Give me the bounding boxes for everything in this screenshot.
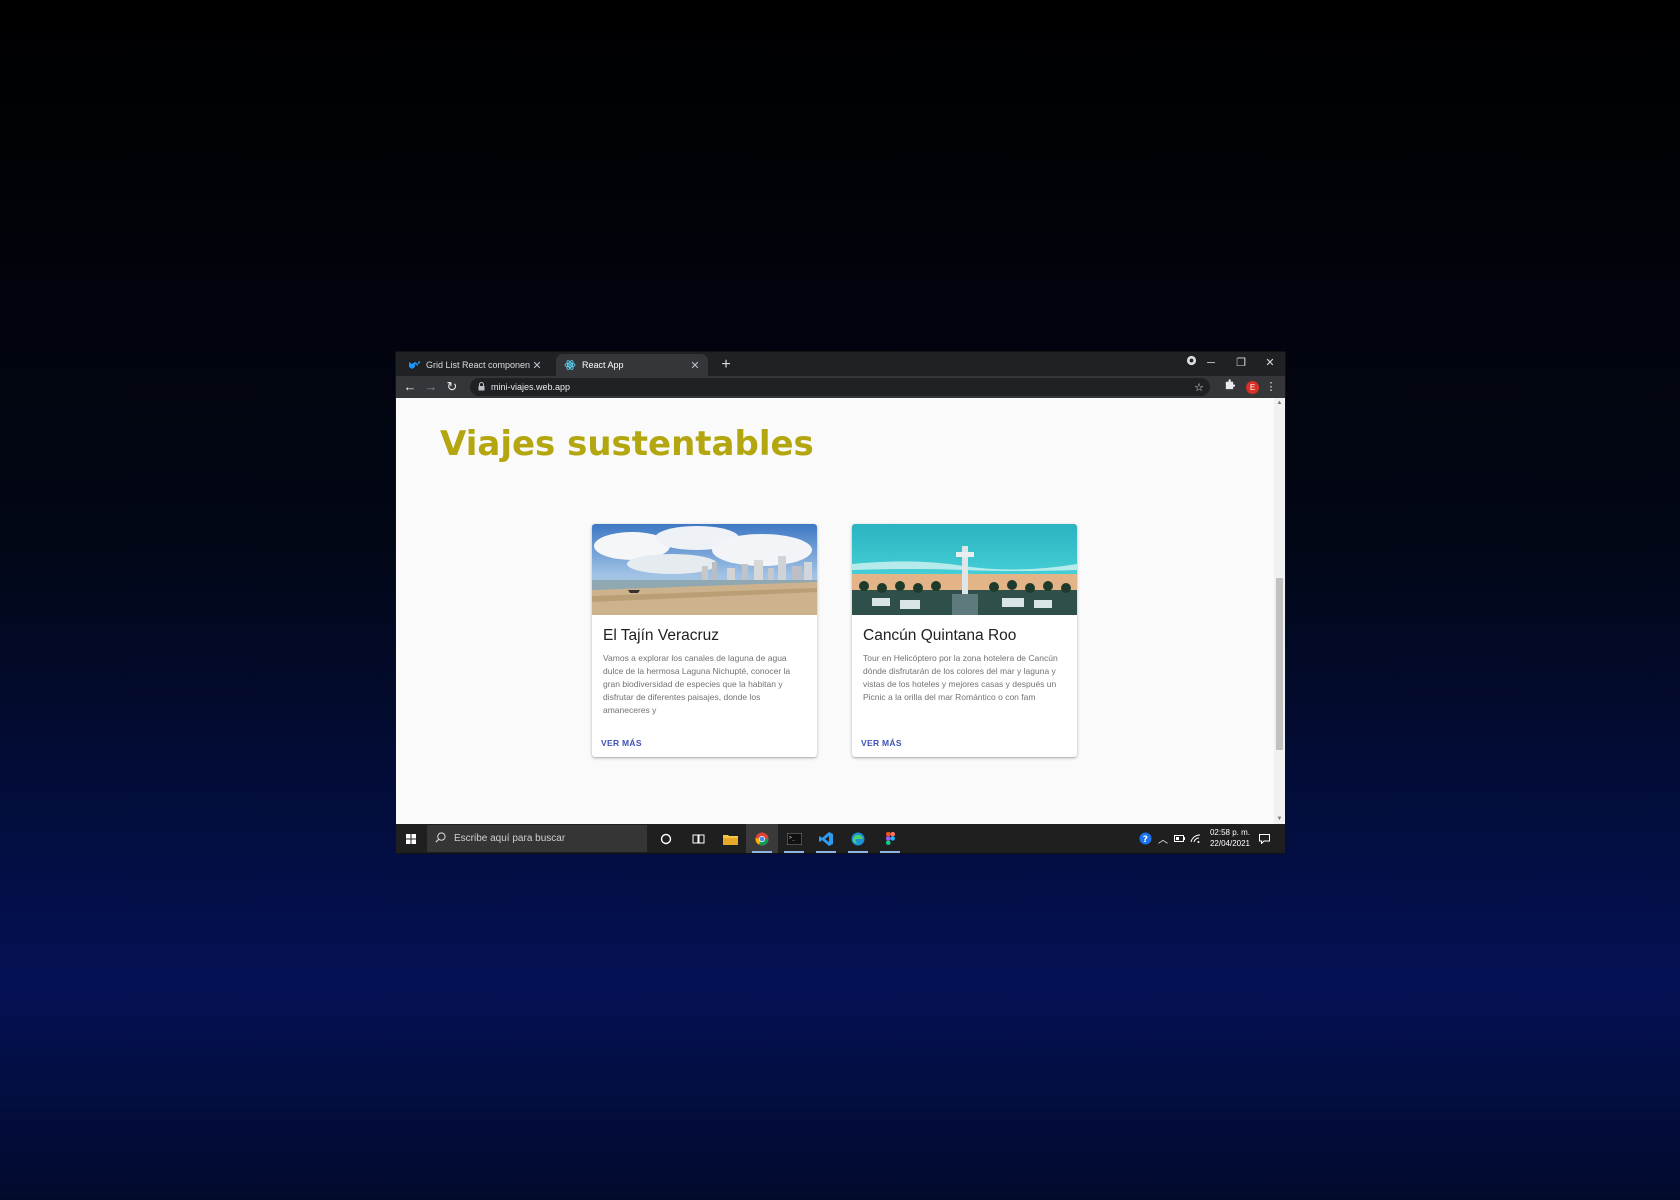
taskbar-search-box[interactable]: Escribe aquí para buscar [427, 825, 647, 852]
clock-time: 02:58 p. m. [1209, 828, 1251, 837]
figma-icon[interactable] [874, 824, 906, 853]
destination-card: Cancún Quintana Roo Tour en Helicóptero … [852, 524, 1077, 757]
windows-start-icon[interactable] [396, 824, 426, 853]
destination-card: El Tajín Veracruz Vamos a explorar los c… [592, 524, 817, 757]
system-clock[interactable]: 02:58 p. m. 22/04/2021 [1208, 827, 1252, 849]
card-title: El Tajín Veracruz [603, 627, 720, 644]
restore-icon[interactable]: ❐ [1226, 352, 1256, 376]
card-description: Tour en Helicóptero por la zona hotelera… [863, 653, 1058, 702]
tab-title: Grid List React component - Mat [426, 360, 530, 370]
browser-toolbar: ← → ↻ mini-viajes.web.app ☆ E ⋮ [396, 376, 1285, 398]
tab-strip: Grid List React component - Mat ✕ React … [396, 352, 1285, 376]
url-text: mini-viajes.web.app [491, 382, 571, 392]
browser-window: Grid List React component - Mat ✕ React … [396, 352, 1285, 853]
tab-title: React App [582, 360, 624, 370]
react-logo-icon [564, 359, 576, 371]
file-explorer-icon[interactable] [714, 824, 746, 853]
back-icon[interactable]: ← [401, 378, 419, 396]
ver-mas-button[interactable]: VER MÁS [861, 738, 902, 748]
close-window-icon[interactable]: ✕ [1255, 352, 1285, 376]
page-title: Viajes sustentables [440, 424, 814, 464]
chrome-taskbar-icon[interactable] [746, 824, 778, 853]
page-content: Viajes sustentables El Tajín Veracruz Va… [396, 398, 1274, 824]
forward-icon[interactable]: → [422, 378, 440, 396]
close-tab-icon[interactable]: ✕ [688, 359, 702, 372]
tab-grid-list[interactable]: Grid List React component - Mat ✕ [400, 354, 550, 376]
svg-text:>_: >_ [789, 835, 796, 841]
scroll-thumb[interactable] [1276, 578, 1283, 750]
battery-icon[interactable] [1172, 824, 1186, 853]
notifications-icon[interactable] [1254, 824, 1274, 853]
active-indicator [816, 851, 836, 853]
lock-icon [478, 381, 485, 393]
clock-date: 22/04/2021 [1209, 839, 1251, 848]
active-indicator [784, 851, 804, 853]
reload-icon[interactable]: ↻ [443, 378, 461, 396]
close-tab-icon[interactable]: ✕ [530, 359, 544, 372]
cortana-icon[interactable] [650, 824, 682, 853]
card-description: Vamos a explorar los canales de laguna d… [603, 653, 791, 715]
search-placeholder: Escribe aquí para buscar [454, 833, 566, 844]
profile-avatar[interactable]: E [1246, 381, 1259, 394]
scroll-down-icon[interactable]: ▼ [1274, 814, 1285, 824]
search-icon [435, 831, 446, 846]
extensions-puzzle-icon[interactable] [1220, 378, 1238, 396]
address-bar[interactable]: mini-viajes.web.app ☆ [470, 378, 1210, 396]
wifi-icon[interactable] [1188, 824, 1202, 853]
svg-text:?: ? [1142, 835, 1147, 845]
active-indicator [880, 851, 900, 853]
ver-mas-button[interactable]: VER MÁS [601, 738, 642, 748]
page-scrollbar[interactable]: ▲ ▼ [1274, 398, 1285, 824]
mui-logo-icon [408, 359, 420, 371]
active-indicator [752, 851, 772, 853]
minimize-icon[interactable]: ─ [1196, 352, 1226, 376]
card-image-beach[interactable] [592, 524, 817, 615]
task-view-icon[interactable] [682, 824, 714, 853]
card-image-cancun[interactable] [852, 524, 1077, 615]
tab-react-app[interactable]: React App ✕ [556, 354, 708, 376]
help-icon[interactable]: ? [1137, 824, 1153, 853]
terminal-icon[interactable]: >_ [778, 824, 810, 853]
edge-icon[interactable] [842, 824, 874, 853]
scroll-up-icon[interactable]: ▲ [1274, 398, 1285, 408]
new-tab-button[interactable]: + [716, 355, 736, 375]
chevron-up-icon[interactable]: ︿ [1156, 824, 1170, 853]
card-title: Cancún Quintana Roo [863, 627, 1017, 644]
menu-kebab-icon[interactable]: ⋮ [1262, 378, 1280, 396]
bookmark-star-icon[interactable]: ☆ [1194, 381, 1204, 394]
vscode-icon[interactable] [810, 824, 842, 853]
active-indicator [848, 851, 868, 853]
windows-taskbar: Escribe aquí para buscar >_ ? ︿ 02:58 p.… [396, 824, 1285, 853]
